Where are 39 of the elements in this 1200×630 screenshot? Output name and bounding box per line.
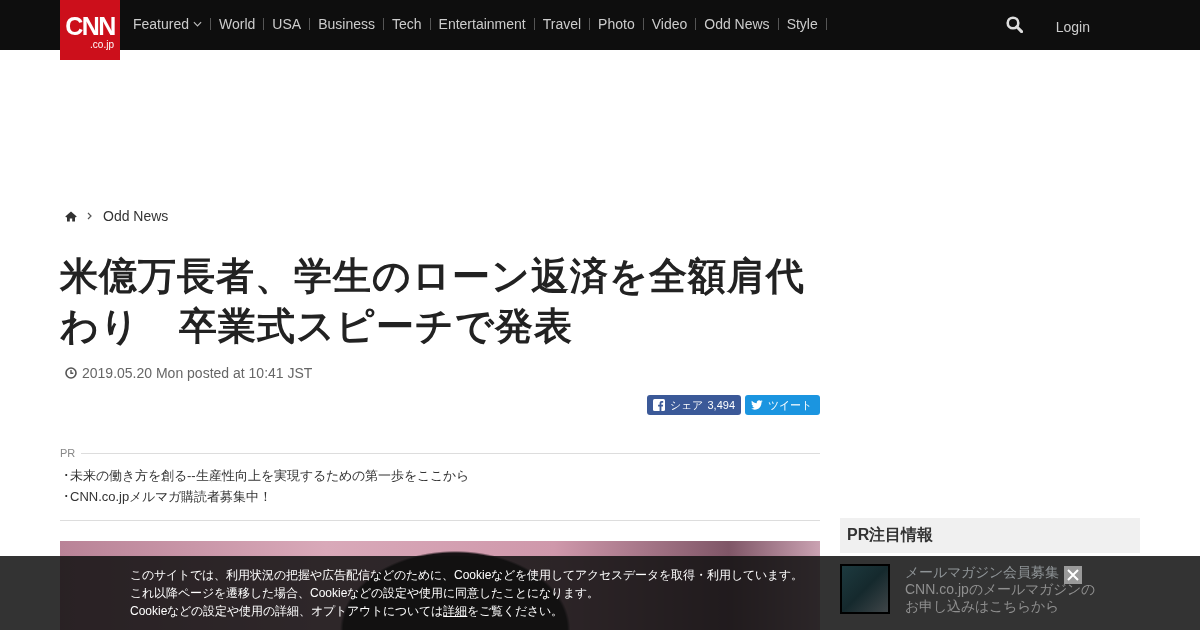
nav-link[interactable]: Travel: [534, 16, 590, 32]
nav-link[interactable]: World: [211, 16, 264, 32]
search-icon[interactable]: [1005, 15, 1023, 33]
caret-icon: [193, 21, 203, 27]
nav-link[interactable]: Featured: [125, 16, 211, 32]
cookie-notice-text: このサイトでは、利用状況の把握や広告配信などのために、Cookieなどを使用してアクセスデータを取得・利用しています。: [130, 567, 804, 584]
nav-link[interactable]: Entertainment: [430, 16, 534, 32]
sidebar-heading: PR注目情報: [840, 518, 1140, 553]
article-date: 2019.05.20 Mon posted at 10:41 JST: [82, 365, 313, 381]
nav-link[interactable]: USA: [264, 16, 310, 32]
f-square-icon: [653, 399, 666, 411]
close-button[interactable]: [1064, 566, 1082, 584]
nav-link[interactable]: Photo: [590, 16, 643, 32]
details-link[interactable]: 詳細: [443, 604, 468, 618]
nav-link[interactable]: Style: [778, 16, 826, 32]
logo-text: CNN: [65, 13, 115, 39]
chevron-right-icon: [87, 212, 92, 220]
close-icon: [1067, 569, 1079, 581]
cookie-notice-text: これ以降ページを遷移した場合、Cookieなどの設定や使用に同意したことになります。: [130, 585, 600, 602]
clock-icon: [65, 367, 77, 379]
share-button[interactable]: シェア 3,494: [647, 395, 741, 415]
nav-link[interactable]: Tech: [383, 16, 430, 32]
sidebar-item-description: CNN.co.jpのメールマガジンのお申し込みはこちらから: [905, 581, 1096, 615]
nav-link[interactable]: Odd News: [696, 16, 778, 32]
login-link[interactable]: Login: [1055, 15, 1090, 35]
bird-icon: [751, 400, 763, 410]
logo-domain: .co.jp: [90, 38, 114, 51]
pr-link[interactable]: ･未来の働き方を創る--生産性向上を実現するための第一歩をここから: [60, 465, 469, 486]
article-title: 米億万長者、学生のローン返済を全額肩代わり 卒業式スピーチで発表: [60, 254, 806, 349]
nav-link[interactable]: Business: [310, 16, 383, 32]
pr-link[interactable]: ･CNN.co.jpメルマガ購読者募集中！: [60, 486, 273, 507]
logo[interactable]: CNN .co.jp: [60, 0, 120, 60]
thumbnail-placeholder[interactable]: [840, 564, 890, 614]
nav-link[interactable]: Video: [643, 16, 696, 32]
sidebar-item-link[interactable]: メールマガジン会員募集: [905, 564, 1059, 581]
cookie-notice-text: Cookieなどの設定や使用の詳細、オプトアウトについては詳細をご覧ください。: [130, 603, 564, 620]
breadcrumb-link[interactable]: Odd News: [103, 208, 169, 224]
home-icon[interactable]: [65, 210, 77, 222]
pr-label: PR: [60, 447, 76, 459]
